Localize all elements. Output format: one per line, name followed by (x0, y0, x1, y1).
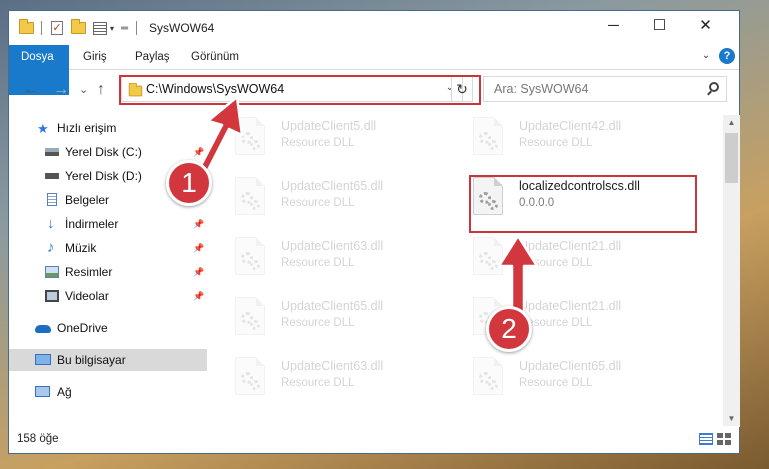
step-1-badge: 1 (166, 160, 212, 206)
step-2-badge: 2 (486, 306, 532, 352)
arrow-to-file (497, 234, 539, 316)
annotation-arrows (194, 95, 539, 316)
